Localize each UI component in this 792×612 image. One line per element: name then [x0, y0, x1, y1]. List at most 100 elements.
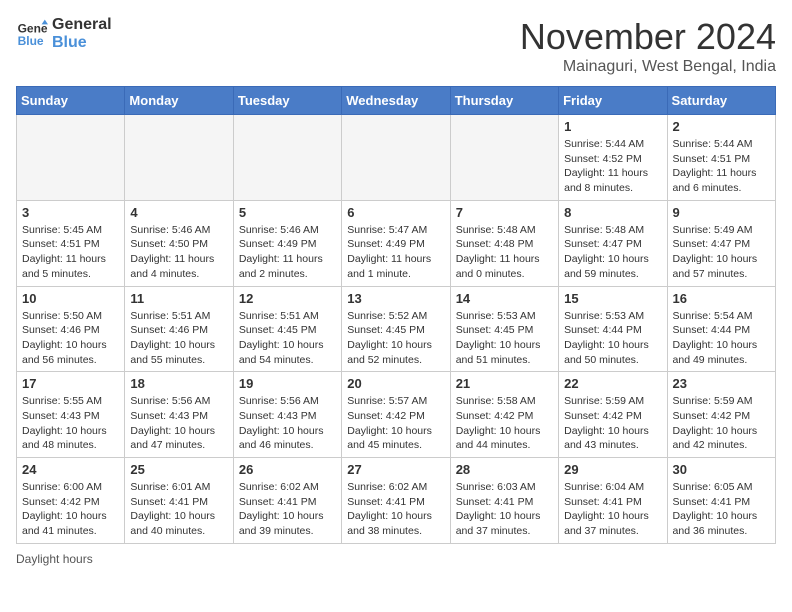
- svg-text:Blue: Blue: [18, 34, 44, 48]
- day-number: 27: [347, 462, 444, 477]
- day-number: 17: [22, 376, 119, 391]
- day-number: 12: [239, 291, 336, 306]
- calendar-cell: 18Sunrise: 5:56 AM Sunset: 4:43 PM Dayli…: [125, 372, 233, 458]
- calendar-cell: 17 Sunrise: 5:55 AM Sunset: 4:43 PM Dayli…: [17, 372, 125, 458]
- day-info: Sunrise: 5:47 AM Sunset: 4:49 PM Dayligh…: [347, 223, 444, 282]
- weekday-header: Thursday: [450, 87, 558, 115]
- day-info: Sunrise: 5:48 AM Sunset: 4:47 PM Dayligh…: [564, 223, 661, 282]
- footer: Daylight hours: [16, 552, 776, 566]
- calendar-cell: [233, 115, 341, 201]
- day-info: Sunrise: 5:53 AM Sunset: 4:44 PM Dayligh…: [564, 309, 661, 368]
- calendar-cell: [450, 115, 558, 201]
- day-number: 19: [239, 376, 336, 391]
- day-number: 16: [673, 291, 770, 306]
- calendar-cell: 15 Sunrise: 5:53 AM Sunset: 4:44 PM Dayli…: [559, 286, 667, 372]
- calendar-cell: 28 Sunrise: 6:03 AM Sunset: 4:41 PM Dayli…: [450, 458, 558, 544]
- calendar-week-row: 3 Sunrise: 5:45 AM Sunset: 4:51 PM Daylig…: [17, 200, 776, 286]
- calendar-cell: 16Sunrise: 5:54 AM Sunset: 4:44 PM Dayli…: [667, 286, 775, 372]
- weekday-header: Sunday: [17, 87, 125, 115]
- calendar-cell: 19Sunrise: 5:56 AM Sunset: 4:43 PM Dayli…: [233, 372, 341, 458]
- calendar-cell: 27Sunrise: 6:02 AM Sunset: 4:41 PM Dayli…: [342, 458, 450, 544]
- day-info: Sunrise: 5:57 AM Sunset: 4:42 PM Dayligh…: [347, 394, 444, 453]
- daylight-label: Daylight hours: [16, 552, 93, 566]
- calendar-cell: 20Sunrise: 5:57 AM Sunset: 4:42 PM Dayli…: [342, 372, 450, 458]
- day-info: Sunrise: 5:59 AM Sunset: 4:42 PM Dayligh…: [673, 394, 770, 453]
- day-info: Sunrise: 5:51 AM Sunset: 4:46 PM Dayligh…: [130, 309, 227, 368]
- day-info: Sunrise: 5:50 AM Sunset: 4:46 PM Dayligh…: [22, 309, 119, 368]
- weekday-header: Wednesday: [342, 87, 450, 115]
- day-info: Sunrise: 6:05 AM Sunset: 4:41 PM Dayligh…: [673, 480, 770, 539]
- day-number: 1: [564, 119, 661, 134]
- day-number: 24: [22, 462, 119, 477]
- day-number: 29: [564, 462, 661, 477]
- calendar-cell: [342, 115, 450, 201]
- day-number: 5: [239, 205, 336, 220]
- day-number: 22: [564, 376, 661, 391]
- day-info: Sunrise: 6:00 AM Sunset: 4:42 PM Dayligh…: [22, 480, 119, 539]
- calendar-cell: 2 Sunrise: 5:44 AM Sunset: 4:51 PM Daylig…: [667, 115, 775, 201]
- calendar-table: SundayMondayTuesdayWednesdayThursdayFrid…: [16, 86, 776, 544]
- title-area: November 2024 Mainaguri, West Bengal, In…: [520, 16, 776, 76]
- calendar-cell: 8 Sunrise: 5:48 AM Sunset: 4:47 PM Daylig…: [559, 200, 667, 286]
- calendar-cell: 21Sunrise: 5:58 AM Sunset: 4:42 PM Dayli…: [450, 372, 558, 458]
- day-info: Sunrise: 6:03 AM Sunset: 4:41 PM Dayligh…: [456, 480, 553, 539]
- day-info: Sunrise: 5:52 AM Sunset: 4:45 PM Dayligh…: [347, 309, 444, 368]
- calendar-cell: 10 Sunrise: 5:50 AM Sunset: 4:46 PM Dayli…: [17, 286, 125, 372]
- weekday-header: Friday: [559, 87, 667, 115]
- weekday-header: Monday: [125, 87, 233, 115]
- day-number: 13: [347, 291, 444, 306]
- day-info: Sunrise: 6:04 AM Sunset: 4:41 PM Dayligh…: [564, 480, 661, 539]
- header: General Blue General Blue November 2024 …: [16, 16, 776, 76]
- day-number: 30: [673, 462, 770, 477]
- day-info: Sunrise: 5:59 AM Sunset: 4:42 PM Dayligh…: [564, 394, 661, 453]
- day-number: 8: [564, 205, 661, 220]
- logo: General Blue General Blue: [16, 16, 112, 51]
- calendar-week-row: 24 Sunrise: 6:00 AM Sunset: 4:42 PM Dayli…: [17, 458, 776, 544]
- day-number: 25: [130, 462, 227, 477]
- day-info: Sunrise: 6:01 AM Sunset: 4:41 PM Dayligh…: [130, 480, 227, 539]
- weekday-header: Saturday: [667, 87, 775, 115]
- day-number: 26: [239, 462, 336, 477]
- day-number: 15: [564, 291, 661, 306]
- day-info: Sunrise: 5:56 AM Sunset: 4:43 PM Dayligh…: [130, 394, 227, 453]
- day-info: Sunrise: 5:46 AM Sunset: 4:50 PM Dayligh…: [130, 223, 227, 282]
- weekday-header: Tuesday: [233, 87, 341, 115]
- day-number: 28: [456, 462, 553, 477]
- calendar-week-row: 10 Sunrise: 5:50 AM Sunset: 4:46 PM Dayli…: [17, 286, 776, 372]
- calendar-cell: 6Sunrise: 5:47 AM Sunset: 4:49 PM Daylig…: [342, 200, 450, 286]
- calendar-cell: 30 Sunrise: 6:05 AM Sunset: 4:41 PM Dayli…: [667, 458, 775, 544]
- day-number: 21: [456, 376, 553, 391]
- calendar-cell: 1Sunrise: 5:44 AM Sunset: 4:52 PM Daylig…: [559, 115, 667, 201]
- calendar-cell: 26 Sunrise: 6:02 AM Sunset: 4:41 PM Dayli…: [233, 458, 341, 544]
- day-info: Sunrise: 5:46 AM Sunset: 4:49 PM Dayligh…: [239, 223, 336, 282]
- calendar-cell: [17, 115, 125, 201]
- calendar-cell: 29 Sunrise: 6:04 AM Sunset: 4:41 PM Dayli…: [559, 458, 667, 544]
- day-info: Sunrise: 5:44 AM Sunset: 4:51 PM Dayligh…: [673, 137, 770, 196]
- calendar-cell: 22 Sunrise: 5:59 AM Sunset: 4:42 PM Dayli…: [559, 372, 667, 458]
- day-info: Sunrise: 5:53 AM Sunset: 4:45 PM Dayligh…: [456, 309, 553, 368]
- calendar-cell: 25 Sunrise: 6:01 AM Sunset: 4:41 PM Dayli…: [125, 458, 233, 544]
- day-number: 7: [456, 205, 553, 220]
- day-number: 3: [22, 205, 119, 220]
- calendar-cell: 3 Sunrise: 5:45 AM Sunset: 4:51 PM Daylig…: [17, 200, 125, 286]
- calendar-cell: 24 Sunrise: 6:00 AM Sunset: 4:42 PM Dayli…: [17, 458, 125, 544]
- day-info: Sunrise: 5:51 AM Sunset: 4:45 PM Dayligh…: [239, 309, 336, 368]
- day-number: 11: [130, 291, 227, 306]
- logo-line1: General: [52, 16, 112, 34]
- day-number: 10: [22, 291, 119, 306]
- day-number: 14: [456, 291, 553, 306]
- page-subtitle: Mainaguri, West Bengal, India: [520, 58, 776, 76]
- calendar-cell: 23Sunrise: 5:59 AM Sunset: 4:42 PM Dayli…: [667, 372, 775, 458]
- day-info: Sunrise: 5:55 AM Sunset: 4:43 PM Dayligh…: [22, 394, 119, 453]
- calendar-cell: 12 Sunrise: 5:51 AM Sunset: 4:45 PM Dayli…: [233, 286, 341, 372]
- calendar-week-row: 1Sunrise: 5:44 AM Sunset: 4:52 PM Daylig…: [17, 115, 776, 201]
- calendar-cell: 14 Sunrise: 5:53 AM Sunset: 4:45 PM Dayli…: [450, 286, 558, 372]
- day-number: 9: [673, 205, 770, 220]
- day-number: 2: [673, 119, 770, 134]
- calendar-cell: 7Sunrise: 5:48 AM Sunset: 4:48 PM Daylig…: [450, 200, 558, 286]
- day-info: Sunrise: 6:02 AM Sunset: 4:41 PM Dayligh…: [239, 480, 336, 539]
- calendar-cell: 5 Sunrise: 5:46 AM Sunset: 4:49 PM Daylig…: [233, 200, 341, 286]
- day-info: Sunrise: 5:45 AM Sunset: 4:51 PM Dayligh…: [22, 223, 119, 282]
- logo-icon: General Blue: [16, 18, 48, 50]
- calendar-cell: 13 Sunrise: 5:52 AM Sunset: 4:45 PM Dayli…: [342, 286, 450, 372]
